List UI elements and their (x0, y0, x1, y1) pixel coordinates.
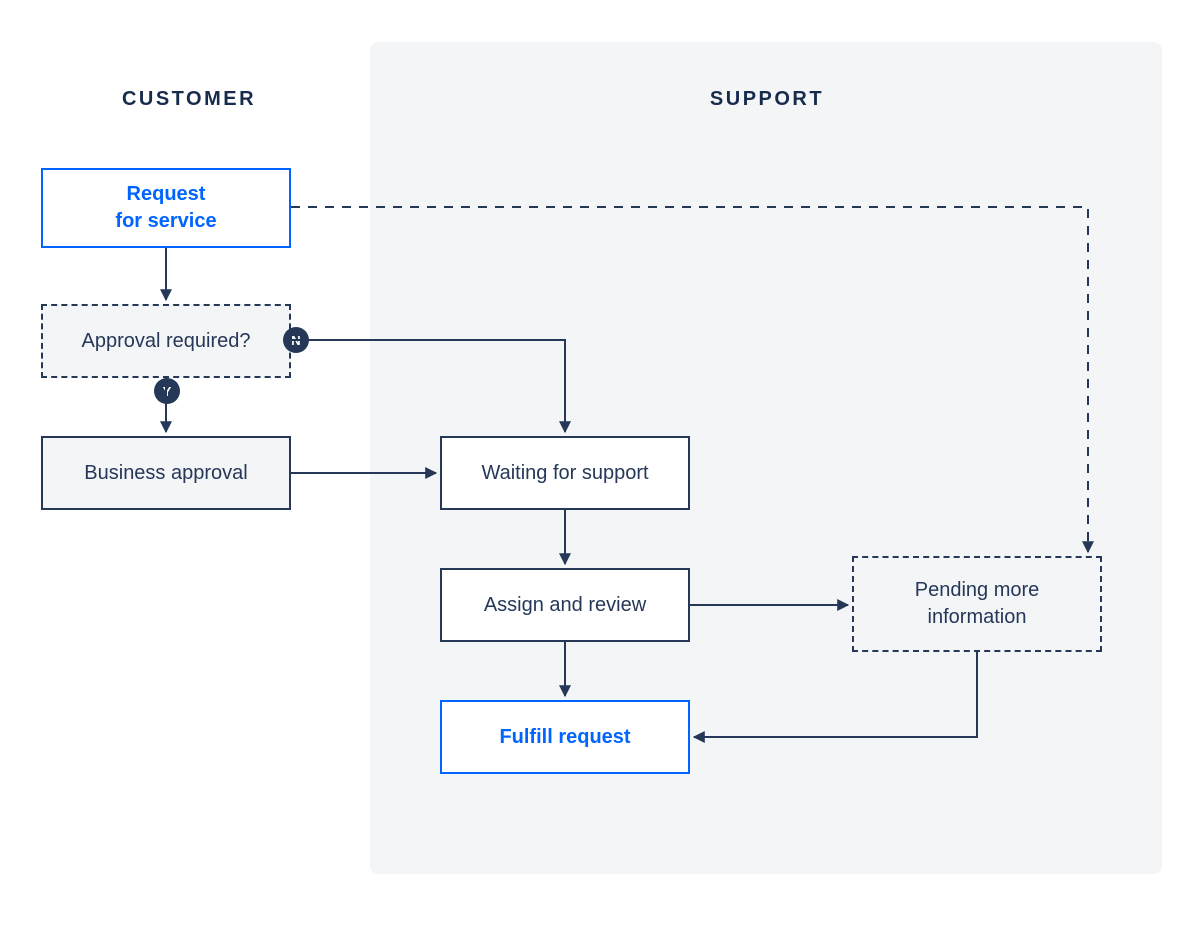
node-request-for-service: Request for service (41, 168, 291, 248)
node-pending-more-information: Pending more information (852, 556, 1102, 652)
node-fulfill-request: Fulfill request (440, 700, 690, 774)
node-approval-required: Approval required? (41, 304, 291, 378)
lane-title-customer: CUSTOMER (122, 88, 256, 111)
node-waiting-for-support: Waiting for support (440, 436, 690, 510)
diagram-canvas: CUSTOMER SUPPORT Request for service App… (0, 0, 1200, 928)
badge-yes: Y (154, 378, 180, 404)
node-business-approval: Business approval (41, 436, 291, 510)
lane-title-support: SUPPORT (710, 88, 824, 111)
badge-no: N (283, 327, 309, 353)
node-assign-and-review: Assign and review (440, 568, 690, 642)
